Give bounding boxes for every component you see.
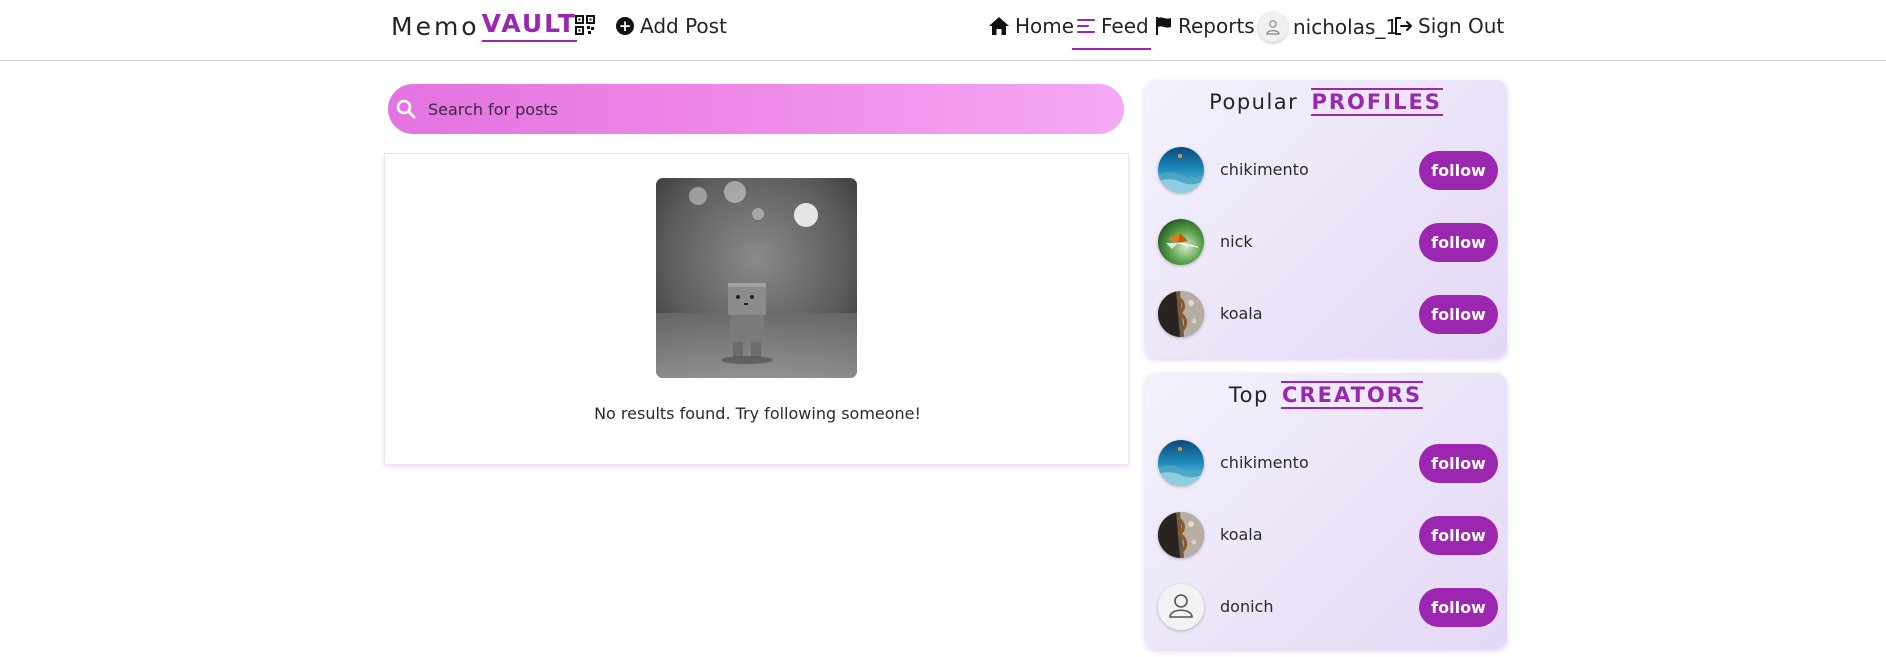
qr-code-icon[interactable] (575, 15, 595, 35)
top-creators-title-accent: CREATORS (1281, 381, 1424, 409)
nav-username: nicholas_1 (1293, 15, 1399, 39)
ocean-avatar[interactable] (1158, 440, 1204, 486)
top-creators-title: Top CREATORS (1145, 381, 1507, 409)
sign-out-icon (1395, 17, 1412, 35)
creator-name[interactable]: koala (1220, 525, 1263, 544)
tree-bark-avatar[interactable] (1158, 291, 1204, 337)
profile-row[interactable]: nick follow (1158, 218, 1500, 266)
add-post-label: Add Post (640, 14, 727, 38)
user-avatar (1258, 12, 1288, 42)
ocean-avatar[interactable] (1158, 147, 1204, 193)
default-user-avatar[interactable] (1158, 584, 1204, 630)
nav-home-label: Home (1015, 14, 1075, 38)
search-input[interactable] (428, 84, 1108, 134)
profile-row[interactable]: chikimento follow (1158, 146, 1500, 194)
search-icon[interactable] (395, 98, 417, 120)
creator-name[interactable]: donich (1220, 597, 1273, 616)
popular-profiles-panel: Popular PROFILES chikimento follow nick … (1145, 80, 1507, 358)
plus-circle-icon: + (616, 17, 634, 35)
popular-profiles-title: Popular PROFILES (1145, 88, 1507, 116)
user-outline-icon (1266, 20, 1280, 35)
home-icon (989, 17, 1009, 35)
creator-row[interactable]: koala follow (1158, 511, 1500, 559)
follow-button[interactable]: follow (1419, 588, 1498, 627)
top-navbar: Memo VAULT + Add Post Home Feed Reports … (0, 0, 1886, 61)
menu-lines-icon (1077, 19, 1095, 33)
profile-name[interactable]: chikimento (1220, 160, 1309, 179)
brand-name-part1: Memo (391, 12, 480, 41)
top-creators-panel: Top CREATORS chikimento follow koala fol… (1145, 373, 1507, 649)
creator-name[interactable]: chikimento (1220, 453, 1309, 472)
follow-button[interactable]: follow (1419, 223, 1498, 262)
sign-out-link[interactable]: Sign Out (1393, 14, 1504, 38)
profile-name[interactable]: nick (1220, 232, 1253, 251)
creator-row[interactable]: chikimento follow (1158, 439, 1500, 487)
search-bar (388, 84, 1124, 134)
top-creators-title-plain: Top (1228, 383, 1269, 407)
feed-empty-state-card: No results found. Try following someone! (384, 153, 1129, 465)
nav-feed-label: Feed (1101, 14, 1149, 38)
empty-state-image (656, 178, 857, 378)
brand-logo[interactable]: Memo VAULT (391, 6, 577, 42)
popular-profiles-title-accent: PROFILES (1310, 88, 1443, 116)
nav-home-link[interactable]: Home (988, 14, 1074, 38)
follow-button[interactable]: follow (1419, 295, 1498, 334)
creator-row[interactable]: donich follow (1158, 583, 1500, 631)
profile-name[interactable]: koala (1220, 304, 1263, 323)
popular-profiles-title-plain: Popular (1209, 90, 1299, 114)
follow-button[interactable]: follow (1419, 444, 1498, 483)
sign-out-label: Sign Out (1418, 14, 1505, 38)
nav-user-profile[interactable]: nicholas_1 (1258, 12, 1398, 42)
follow-button[interactable]: follow (1419, 516, 1498, 555)
flag-icon (1156, 17, 1171, 35)
nav-reports-link[interactable]: Reports (1155, 14, 1255, 38)
nav-reports-label: Reports (1178, 14, 1255, 38)
profile-row[interactable]: koala follow (1158, 290, 1500, 338)
brand-name-part2: VAULT (481, 9, 577, 42)
active-tab-indicator (1072, 48, 1151, 50)
add-post-button[interactable]: + Add Post (616, 14, 727, 38)
empty-state-message: No results found. Try following someone! (594, 404, 921, 423)
butterfly-avatar[interactable] (1158, 219, 1204, 265)
tree-bark-avatar[interactable] (1158, 512, 1204, 558)
follow-button[interactable]: follow (1419, 151, 1498, 190)
nav-feed-link[interactable]: Feed (1076, 14, 1149, 38)
